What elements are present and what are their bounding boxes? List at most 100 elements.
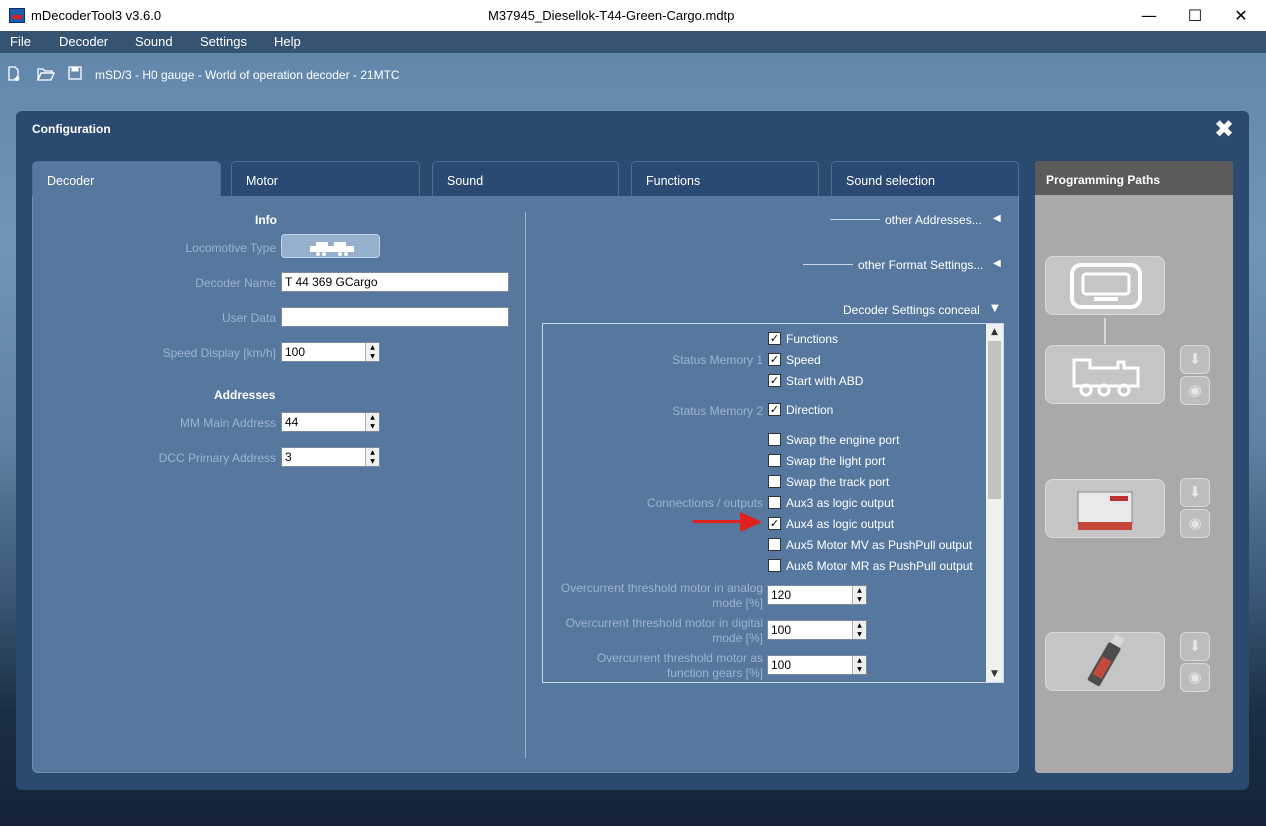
column-divider xyxy=(525,212,526,758)
menu-file[interactable]: File xyxy=(10,34,31,49)
dcc-primary-address-stepper[interactable]: 3 ▲ ▼ xyxy=(281,447,380,467)
central-station-button[interactable] xyxy=(1045,256,1165,315)
start-with-abd-checkbox[interactable]: ✓ xyxy=(768,374,781,387)
functions-checkbox[interactable]: ✓ xyxy=(768,332,781,345)
swap-light-port-label: Swap the light port xyxy=(786,454,886,468)
app-title: mDecoderTool3 v3.6.0 xyxy=(31,8,162,23)
dcc-primary-address-label: DCC Primary Address xyxy=(158,451,276,465)
menu-settings[interactable]: Settings xyxy=(200,34,247,49)
download-icon[interactable]: ⬇ xyxy=(1180,478,1210,507)
download-icon[interactable]: ⬇ xyxy=(1180,345,1210,374)
tab-motor[interactable]: Motor xyxy=(231,161,420,196)
oc-analog-stepper[interactable]: 120 ▲ ▼ xyxy=(767,585,867,605)
maximize-button[interactable]: ☐ xyxy=(1172,0,1218,31)
close-window-button[interactable]: ✕ xyxy=(1218,0,1264,31)
tab-decoder[interactable]: Decoder xyxy=(32,161,221,197)
decoder-name-field[interactable]: T 44 369 GCargo xyxy=(281,272,509,292)
direction-checkbox[interactable]: ✓ xyxy=(768,403,781,416)
document-title: M37945_Diesellok-T44-Green-Cargo.mdtp xyxy=(488,8,735,23)
menu-sound[interactable]: Sound xyxy=(135,34,173,49)
dcc-primary-address-value: 3 xyxy=(285,450,292,464)
oc-digital-label-line1: Overcurrent threshold motor in digital xyxy=(565,616,763,630)
diesel-locomotive-icon xyxy=(310,242,354,256)
oc-digital-label-line2: mode [%] xyxy=(712,631,763,645)
mm-main-address-stepper[interactable]: 44 ▲ ▼ xyxy=(281,412,380,432)
aux3-logic-output-checkbox[interactable] xyxy=(768,496,781,509)
speed-checkbox[interactable]: ✓ xyxy=(768,353,781,366)
other-format-settings-link[interactable]: other Format Settings... xyxy=(858,258,983,272)
aux5-pushpull-checkbox[interactable] xyxy=(768,538,781,551)
configuration-header: Configuration ✖ xyxy=(16,111,1249,145)
minimize-button[interactable]: — xyxy=(1126,0,1172,31)
user-data-field[interactable] xyxy=(281,307,509,327)
chevron-left-icon[interactable]: ◀ xyxy=(993,213,1001,224)
oc-analog-value: 120 xyxy=(771,588,792,602)
chevron-left-icon[interactable]: ◀ xyxy=(993,258,1001,269)
decoder-settings-conceal-link[interactable]: Decoder Settings conceal xyxy=(843,303,980,317)
connector-line xyxy=(1104,318,1106,344)
menu-decoder[interactable]: Decoder xyxy=(59,34,108,49)
usb-programmer-button[interactable] xyxy=(1045,632,1165,691)
oc-digital-stepper[interactable]: 100 ▲ ▼ xyxy=(767,620,867,640)
speed-display-value: 100 xyxy=(285,345,306,359)
mm-main-address-label: MM Main Address xyxy=(179,416,276,430)
programming-paths-title: Programming Paths xyxy=(1046,173,1161,187)
decoder-name-label: Decoder Name xyxy=(195,276,276,290)
link-line xyxy=(830,219,880,220)
swap-engine-port-label: Swap the engine port xyxy=(786,433,900,447)
tab-sound-selection-label: Sound selection xyxy=(846,174,935,188)
app-icon xyxy=(9,8,25,23)
decoder-board-icon xyxy=(1077,491,1133,530)
spin-arrows-icon[interactable]: ▲ ▼ xyxy=(365,343,379,361)
locomotive-button[interactable] xyxy=(1045,345,1165,404)
scroll-down-icon[interactable]: ▼ xyxy=(986,666,1003,682)
mm-main-address-value: 44 xyxy=(285,415,299,429)
spin-arrows-icon[interactable]: ▲ ▼ xyxy=(365,413,379,431)
locomotive-type-label: Locomotive Type xyxy=(185,241,277,255)
swap-track-port-checkbox[interactable] xyxy=(768,475,781,488)
spin-arrows-icon[interactable]: ▲ ▼ xyxy=(365,448,379,466)
swap-engine-port-checkbox[interactable] xyxy=(768,433,781,446)
eye-icon[interactable]: ◉ xyxy=(1180,376,1210,405)
spin-arrows-icon[interactable]: ▲ ▼ xyxy=(852,656,866,674)
new-file-icon[interactable] xyxy=(5,66,23,84)
tab-sound[interactable]: Sound xyxy=(432,161,619,196)
annotation-arrow-line xyxy=(693,520,743,523)
usb-stick-icon xyxy=(1087,634,1125,687)
scroll-thumb[interactable] xyxy=(988,341,1001,499)
eye-icon[interactable]: ◉ xyxy=(1180,509,1210,538)
tab-sound-selection[interactable]: Sound selection xyxy=(831,161,1019,196)
open-folder-icon[interactable] xyxy=(37,66,55,84)
status-memory-1-label: Status Memory 1 xyxy=(672,353,763,367)
spin-arrows-icon[interactable]: ▲ ▼ xyxy=(852,621,866,639)
configuration-title: Configuration xyxy=(32,122,111,136)
programming-paths-header: Programming Paths xyxy=(1035,161,1233,195)
direction-checkbox-label: Direction xyxy=(786,403,834,417)
swap-light-port-checkbox[interactable] xyxy=(768,454,781,467)
speed-display-label: Speed Display [km/h] xyxy=(162,346,276,360)
functions-checkbox-label: Functions xyxy=(786,332,839,346)
speed-display-stepper[interactable]: 100 ▲ ▼ xyxy=(281,342,380,362)
download-icon[interactable]: ⬇ xyxy=(1180,632,1210,661)
aux4-logic-output-label: Aux4 as logic output xyxy=(786,517,895,531)
status-memory-2-label: Status Memory 2 xyxy=(672,404,763,418)
locomotive-type-button[interactable] xyxy=(281,234,380,258)
menu-help[interactable]: Help xyxy=(274,34,301,49)
scroll-up-icon[interactable]: ▲ xyxy=(986,324,1003,340)
aux4-logic-output-checkbox[interactable]: ✓ xyxy=(768,517,781,530)
tab-functions[interactable]: Functions xyxy=(631,161,819,196)
eye-icon[interactable]: ◉ xyxy=(1180,663,1210,692)
aux6-pushpull-label: Aux6 Motor MR as PushPull output xyxy=(786,559,973,573)
save-icon[interactable] xyxy=(66,66,84,84)
close-icon[interactable]: ✖ xyxy=(1214,115,1234,143)
oc-gears-stepper[interactable]: 100 ▲ ▼ xyxy=(767,655,867,675)
other-addresses-link[interactable]: other Addresses... xyxy=(885,213,982,227)
spin-arrows-icon[interactable]: ▲ ▼ xyxy=(852,586,866,604)
title-bar: mDecoderTool3 v3.6.0 M37945_Diesellok-T4… xyxy=(0,0,1266,31)
aux6-pushpull-checkbox[interactable] xyxy=(768,559,781,572)
tab-decoder-label: Decoder xyxy=(47,174,95,188)
decoder-programmer-button[interactable] xyxy=(1045,479,1165,538)
chevron-down-icon[interactable]: ▼ xyxy=(991,303,999,314)
settings-scrollbar[interactable]: ▲ ▼ xyxy=(986,324,1003,682)
start-with-abd-checkbox-label: Start with ABD xyxy=(786,374,864,388)
